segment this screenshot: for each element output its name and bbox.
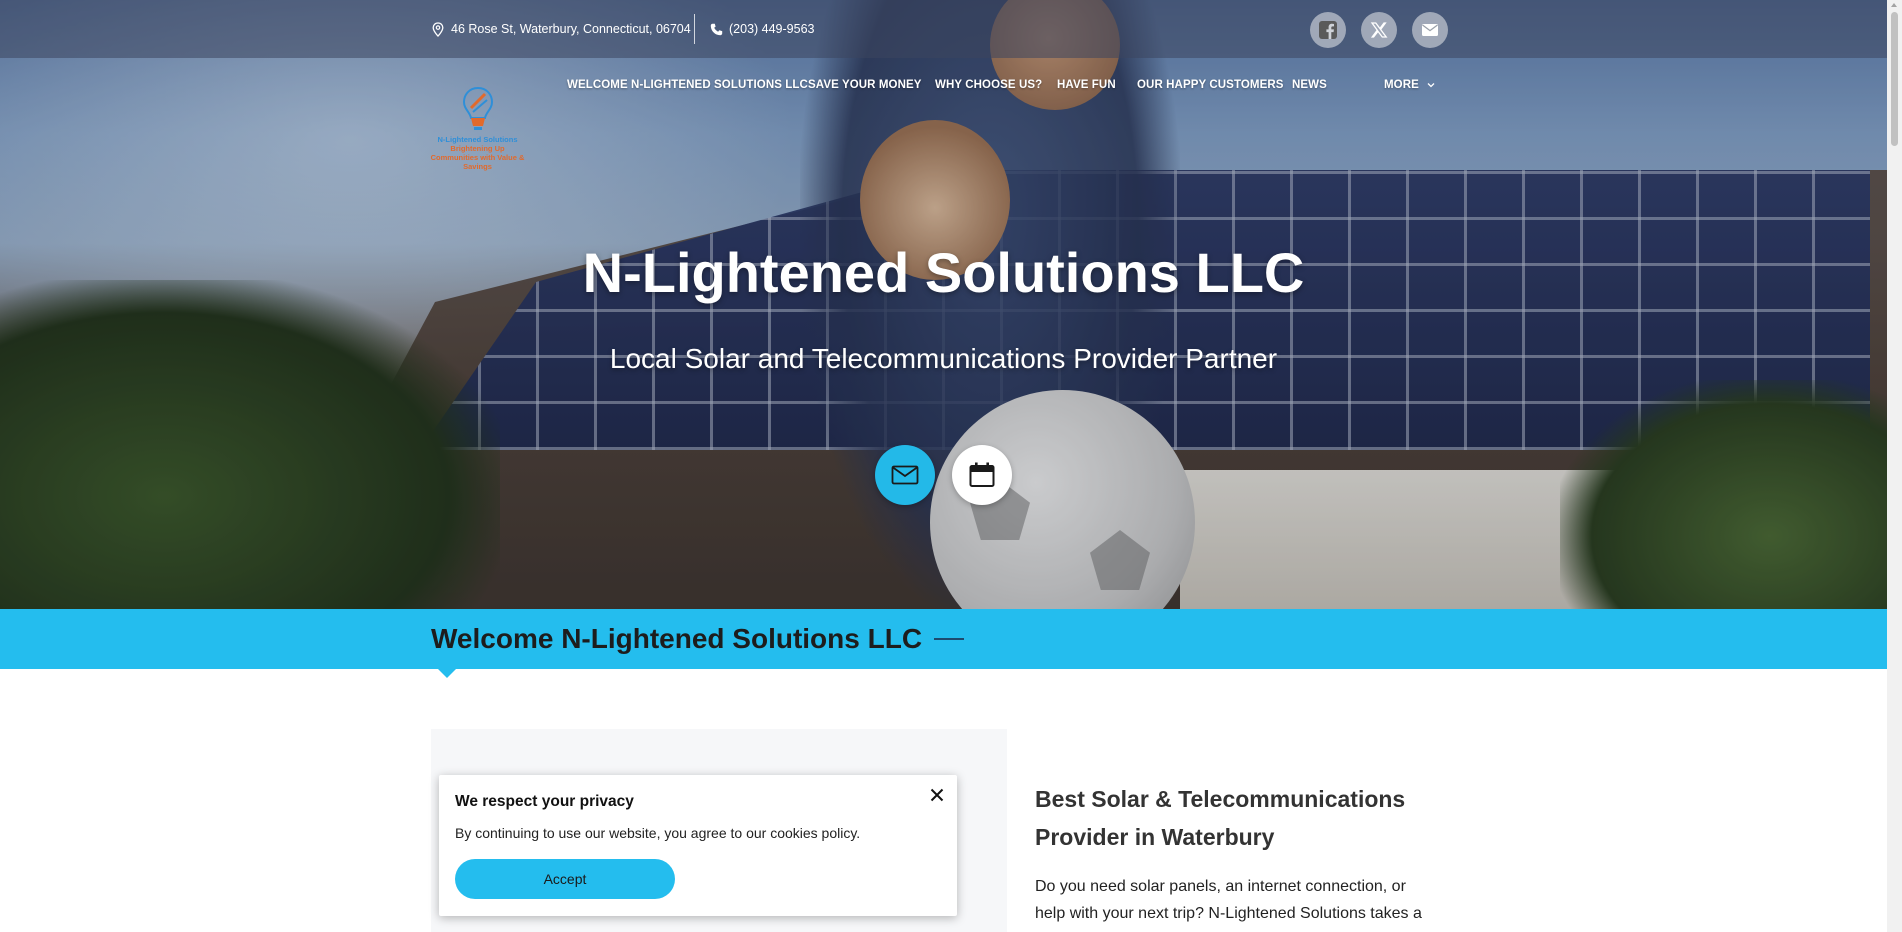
section-title: Welcome N-Lightened Solutions LLC bbox=[431, 623, 923, 654]
phone-info[interactable]: (203) 449-9563 bbox=[710, 0, 814, 58]
facebook-button[interactable] bbox=[1310, 12, 1346, 48]
x-button[interactable] bbox=[1361, 12, 1397, 48]
scroll-up-arrow-icon[interactable] bbox=[1891, 3, 1897, 7]
address-text: 46 Rose St, Waterbury, Connecticut, 0670… bbox=[451, 22, 691, 36]
mail-icon bbox=[1422, 24, 1438, 36]
nav-item-have-fun[interactable]: HAVE FUN bbox=[1057, 79, 1116, 91]
content-paragraph: Do you need solar panels, an internet co… bbox=[1035, 878, 1422, 922]
cookie-title: We respect your privacy bbox=[455, 793, 634, 810]
logo-tagline: Brightening Up Communities with Value & … bbox=[430, 144, 525, 171]
phone-text: (203) 449-9563 bbox=[729, 22, 815, 36]
nav-more-label: MORE bbox=[1384, 79, 1419, 91]
hero-subtitle: Local Solar and Telecommunications Provi… bbox=[609, 343, 1278, 374]
section-title-dash bbox=[934, 638, 964, 640]
hero-title: N-Lightened Solutions LLC bbox=[582, 241, 1305, 304]
hero-email-button[interactable] bbox=[875, 445, 935, 505]
scrollbar-thumb[interactable] bbox=[1891, 12, 1898, 146]
hero-booking-button[interactable] bbox=[952, 445, 1012, 505]
cookie-close-button[interactable] bbox=[927, 785, 947, 805]
site-logo[interactable]: N-Lightened Solutions Brightening Up Com… bbox=[430, 86, 525, 184]
chevron-down-icon bbox=[1427, 83, 1435, 88]
email-button[interactable] bbox=[1412, 12, 1448, 48]
close-icon bbox=[930, 788, 944, 802]
top-bar: 46 Rose St, Waterbury, Connecticut, 0670… bbox=[0, 0, 1887, 58]
lightbulb-logo-icon bbox=[462, 86, 493, 130]
topbar-divider bbox=[694, 14, 695, 44]
nav-item-welcome[interactable]: WELCOME N-LIGHTENED SOLUTIONS LLC bbox=[567, 79, 808, 91]
cookie-accept-button[interactable]: Accept bbox=[455, 859, 675, 899]
section-band-pointer bbox=[438, 669, 456, 678]
phone-icon bbox=[710, 23, 723, 35]
nav-item-news[interactable]: NEWS bbox=[1292, 79, 1327, 91]
nav-more-menu[interactable]: MORE bbox=[1384, 79, 1435, 91]
facebook-icon bbox=[1319, 21, 1337, 39]
map-pin-icon bbox=[432, 21, 444, 37]
x-icon bbox=[1370, 22, 1388, 38]
logo-brand-text: N-Lightened Solutions bbox=[437, 135, 518, 144]
calendar-icon bbox=[969, 462, 995, 487]
nav-item-happy-customers[interactable]: OUR HAPPY CUSTOMERS bbox=[1137, 79, 1284, 91]
cookie-message: By continuing to use our website, you ag… bbox=[455, 825, 861, 841]
nav-item-why-choose-us[interactable]: WHY CHOOSE US? bbox=[935, 79, 1042, 91]
mail-icon bbox=[891, 465, 919, 485]
cookie-consent-dialog: We respect your privacy By continuing to… bbox=[439, 775, 957, 916]
address-info[interactable]: 46 Rose St, Waterbury, Connecticut, 0670… bbox=[432, 0, 691, 58]
nav-item-save-your-money[interactable]: SAVE YOUR MONEY bbox=[808, 79, 922, 91]
page-scrollbar[interactable] bbox=[1887, 0, 1902, 932]
content-heading: Best Solar & Telecommunications Provider… bbox=[1035, 786, 1406, 850]
